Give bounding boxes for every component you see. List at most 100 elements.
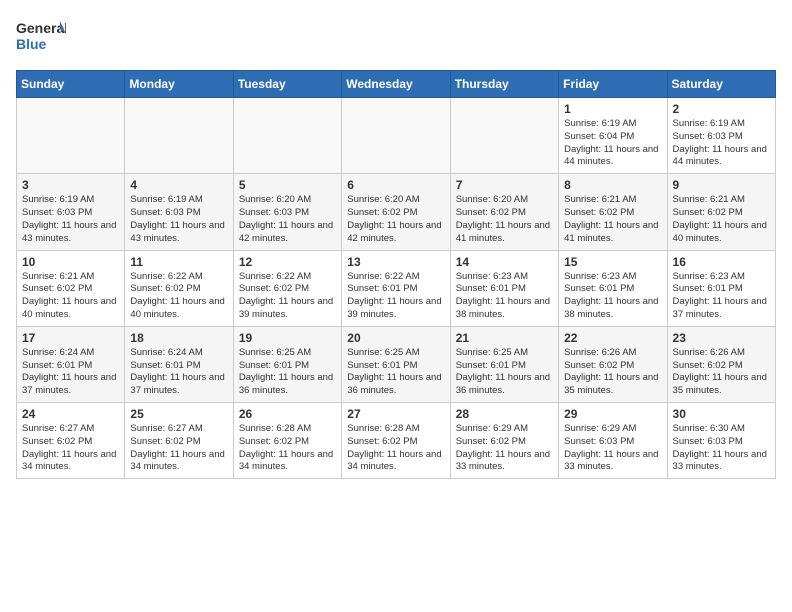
day-number: 19	[239, 331, 336, 345]
weekday-header-tuesday: Tuesday	[233, 71, 341, 98]
calendar-cell: 27 Sunrise: 6:28 AM Sunset: 6:02 PM Dayli…	[342, 403, 450, 479]
logo-blue-text: Blue	[16, 36, 47, 52]
day-info: Sunrise: 6:29 AM Sunset: 6:02 PM Dayligh…	[456, 423, 553, 474]
calendar-cell: 19 Sunrise: 6:25 AM Sunset: 6:01 PM Dayli…	[233, 326, 341, 402]
calendar-cell: 14 Sunrise: 6:23 AM Sunset: 6:01 PM Dayli…	[450, 250, 558, 326]
day-number: 13	[347, 255, 444, 269]
day-info: Sunrise: 6:26 AM Sunset: 6:02 PM Dayligh…	[673, 347, 770, 398]
calendar-cell: 16 Sunrise: 6:23 AM Sunset: 6:01 PM Dayli…	[667, 250, 775, 326]
day-number: 8	[564, 178, 661, 192]
calendar-cell	[125, 98, 233, 174]
day-info: Sunrise: 6:21 AM Sunset: 6:02 PM Dayligh…	[22, 271, 119, 322]
day-info: Sunrise: 6:28 AM Sunset: 6:02 PM Dayligh…	[347, 423, 444, 474]
day-info: Sunrise: 6:27 AM Sunset: 6:02 PM Dayligh…	[22, 423, 119, 474]
day-info: Sunrise: 6:20 AM Sunset: 6:03 PM Dayligh…	[239, 194, 336, 245]
page-header: General Blue	[16, 16, 776, 58]
calendar-cell: 13 Sunrise: 6:22 AM Sunset: 6:01 PM Dayli…	[342, 250, 450, 326]
day-number: 14	[456, 255, 553, 269]
day-info: Sunrise: 6:19 AM Sunset: 6:04 PM Dayligh…	[564, 118, 661, 169]
day-number: 2	[673, 102, 770, 116]
day-info: Sunrise: 6:22 AM Sunset: 6:02 PM Dayligh…	[130, 271, 227, 322]
day-number: 15	[564, 255, 661, 269]
calendar-week-row: 1 Sunrise: 6:19 AM Sunset: 6:04 PM Daylig…	[17, 98, 776, 174]
logo-general-text: General	[16, 20, 66, 36]
day-info: Sunrise: 6:19 AM Sunset: 6:03 PM Dayligh…	[130, 194, 227, 245]
day-info: Sunrise: 6:29 AM Sunset: 6:03 PM Dayligh…	[564, 423, 661, 474]
day-number: 7	[456, 178, 553, 192]
logo-svg: General Blue	[16, 16, 66, 58]
day-number: 10	[22, 255, 119, 269]
calendar-cell: 23 Sunrise: 6:26 AM Sunset: 6:02 PM Dayli…	[667, 326, 775, 402]
day-number: 18	[130, 331, 227, 345]
day-info: Sunrise: 6:19 AM Sunset: 6:03 PM Dayligh…	[673, 118, 770, 169]
logo: General Blue	[16, 16, 66, 58]
calendar-cell: 21 Sunrise: 6:25 AM Sunset: 6:01 PM Dayli…	[450, 326, 558, 402]
day-info: Sunrise: 6:20 AM Sunset: 6:02 PM Dayligh…	[347, 194, 444, 245]
calendar-cell: 7 Sunrise: 6:20 AM Sunset: 6:02 PM Daylig…	[450, 174, 558, 250]
calendar-cell: 1 Sunrise: 6:19 AM Sunset: 6:04 PM Daylig…	[559, 98, 667, 174]
calendar-cell: 30 Sunrise: 6:30 AM Sunset: 6:03 PM Dayli…	[667, 403, 775, 479]
day-info: Sunrise: 6:23 AM Sunset: 6:01 PM Dayligh…	[456, 271, 553, 322]
weekday-header-row: SundayMondayTuesdayWednesdayThursdayFrid…	[17, 71, 776, 98]
day-number: 6	[347, 178, 444, 192]
calendar-table: SundayMondayTuesdayWednesdayThursdayFrid…	[16, 70, 776, 479]
day-number: 12	[239, 255, 336, 269]
day-number: 1	[564, 102, 661, 116]
calendar-cell: 8 Sunrise: 6:21 AM Sunset: 6:02 PM Daylig…	[559, 174, 667, 250]
day-info: Sunrise: 6:22 AM Sunset: 6:01 PM Dayligh…	[347, 271, 444, 322]
day-number: 9	[673, 178, 770, 192]
day-number: 5	[239, 178, 336, 192]
calendar-cell: 9Sunrise: 6:21 AM Sunset: 6:02 PM Daylig…	[667, 174, 775, 250]
calendar-cell: 22Sunrise: 6:26 AM Sunset: 6:02 PM Dayli…	[559, 326, 667, 402]
calendar-cell	[17, 98, 125, 174]
day-number: 28	[456, 407, 553, 421]
day-info: Sunrise: 6:27 AM Sunset: 6:02 PM Dayligh…	[130, 423, 227, 474]
day-number: 26	[239, 407, 336, 421]
day-info: Sunrise: 6:25 AM Sunset: 6:01 PM Dayligh…	[456, 347, 553, 398]
day-info: Sunrise: 6:26 AM Sunset: 6:02 PM Dayligh…	[564, 347, 661, 398]
day-number: 21	[456, 331, 553, 345]
day-info: Sunrise: 6:21 AM Sunset: 6:02 PM Dayligh…	[564, 194, 661, 245]
day-number: 11	[130, 255, 227, 269]
calendar-cell: 29 Sunrise: 6:29 AM Sunset: 6:03 PM Dayli…	[559, 403, 667, 479]
day-number: 20	[347, 331, 444, 345]
calendar-cell: 20 Sunrise: 6:25 AM Sunset: 6:01 PM Dayli…	[342, 326, 450, 402]
calendar-cell: 6 Sunrise: 6:20 AM Sunset: 6:02 PM Daylig…	[342, 174, 450, 250]
calendar-cell: 5 Sunrise: 6:20 AM Sunset: 6:03 PM Daylig…	[233, 174, 341, 250]
calendar-cell: 28 Sunrise: 6:29 AM Sunset: 6:02 PM Dayli…	[450, 403, 558, 479]
weekday-header-monday: Monday	[125, 71, 233, 98]
day-info: Sunrise: 6:23 AM Sunset: 6:01 PM Dayligh…	[564, 271, 661, 322]
day-info: Sunrise: 6:25 AM Sunset: 6:01 PM Dayligh…	[347, 347, 444, 398]
day-info: Sunrise: 6:30 AM Sunset: 6:03 PM Dayligh…	[673, 423, 770, 474]
day-number: 29	[564, 407, 661, 421]
calendar-cell: 18Sunrise: 6:24 AM Sunset: 6:01 PM Dayli…	[125, 326, 233, 402]
calendar-week-row: 17 Sunrise: 6:24 AM Sunset: 6:01 PM Dayli…	[17, 326, 776, 402]
day-info: Sunrise: 6:23 AM Sunset: 6:01 PM Dayligh…	[673, 271, 770, 322]
day-info: Sunrise: 6:20 AM Sunset: 6:02 PM Dayligh…	[456, 194, 553, 245]
day-number: 4	[130, 178, 227, 192]
calendar-cell	[450, 98, 558, 174]
day-number: 30	[673, 407, 770, 421]
day-number: 23	[673, 331, 770, 345]
day-info: Sunrise: 6:24 AM Sunset: 6:01 PM Dayligh…	[22, 347, 119, 398]
day-number: 3	[22, 178, 119, 192]
day-number: 17	[22, 331, 119, 345]
calendar-cell: 15 Sunrise: 6:23 AM Sunset: 6:01 PM Dayli…	[559, 250, 667, 326]
day-number: 16	[673, 255, 770, 269]
day-number: 25	[130, 407, 227, 421]
day-info: Sunrise: 6:25 AM Sunset: 6:01 PM Dayligh…	[239, 347, 336, 398]
calendar-cell: 25 Sunrise: 6:27 AM Sunset: 6:02 PM Dayli…	[125, 403, 233, 479]
day-number: 27	[347, 407, 444, 421]
calendar-cell: 11 Sunrise: 6:22 AM Sunset: 6:02 PM Dayli…	[125, 250, 233, 326]
calendar-cell: 2 Sunrise: 6:19 AM Sunset: 6:03 PM Daylig…	[667, 98, 775, 174]
day-number: 24	[22, 407, 119, 421]
calendar-week-row: 24 Sunrise: 6:27 AM Sunset: 6:02 PM Dayli…	[17, 403, 776, 479]
weekday-header-saturday: Saturday	[667, 71, 775, 98]
day-info: Sunrise: 6:22 AM Sunset: 6:02 PM Dayligh…	[239, 271, 336, 322]
weekday-header-sunday: Sunday	[17, 71, 125, 98]
weekday-header-wednesday: Wednesday	[342, 71, 450, 98]
day-info: Sunrise: 6:19 AM Sunset: 6:03 PM Dayligh…	[22, 194, 119, 245]
calendar-week-row: 10 Sunrise: 6:21 AM Sunset: 6:02 PM Dayli…	[17, 250, 776, 326]
calendar-cell: 26Sunrise: 6:28 AM Sunset: 6:02 PM Dayli…	[233, 403, 341, 479]
calendar-week-row: 3 Sunrise: 6:19 AM Sunset: 6:03 PM Daylig…	[17, 174, 776, 250]
